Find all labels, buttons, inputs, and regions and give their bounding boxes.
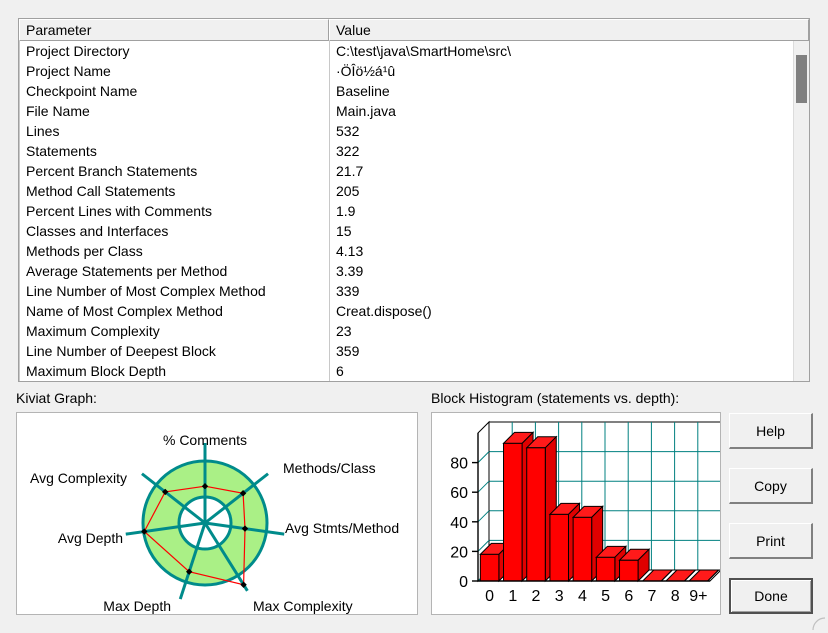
table-cell-parameter: Maximum Block Depth	[19, 361, 329, 381]
table-row[interactable]: Maximum Complexity 23	[19, 321, 793, 341]
table-cell-parameter: Method Call Statements	[19, 181, 329, 201]
table-cell-parameter: Project Directory	[19, 41, 329, 61]
table-cell-parameter: Percent Branch Statements	[19, 161, 329, 181]
table-cell-value: C:\test\java\SmartHome\src\	[329, 41, 793, 61]
table-cell-parameter: Lines	[19, 121, 329, 141]
table-row[interactable]: Average Statements per Method 3.39	[19, 261, 793, 281]
table-cell-parameter: Methods per Class	[19, 241, 329, 261]
table-cell-value: 4.13	[329, 241, 793, 261]
table-cell-value: 15	[329, 221, 793, 241]
table-cell-parameter: Checkpoint Name	[19, 81, 329, 101]
parameter-table-panel: Parameter Value Project Directory C:\test…	[18, 18, 810, 382]
kiviat-graph-panel: % Comments Methods/Class Avg Stmts/Method M…	[16, 412, 418, 615]
kiviat-axis-label: Max Depth	[103, 598, 171, 614]
table-vertical-scrollbar[interactable]	[793, 41, 809, 381]
table-cell-parameter: Project Name	[19, 61, 329, 81]
column-header-parameter[interactable]: Parameter	[19, 19, 329, 41]
table-row[interactable]: Name of Most Complex Method Creat.dispose…	[19, 301, 793, 321]
column-header-value[interactable]: Value	[329, 19, 809, 41]
block-histogram-label: Block Histogram (statements vs. depth):	[431, 390, 680, 406]
table-row[interactable]: Project Name ·ÖÎö½á¹û	[19, 61, 793, 81]
table-cell-parameter: File Name	[19, 101, 329, 121]
table-cell-value: 21.7	[329, 161, 793, 181]
table-cell-parameter: Average Statements per Method	[19, 261, 329, 281]
table-row[interactable]: Percent Lines with Comments 1.9	[19, 201, 793, 221]
table-cell-value: 339	[329, 281, 793, 301]
table-row[interactable]: Checkpoint Name Baseline	[19, 81, 793, 101]
table-cell-value: Baseline	[329, 81, 793, 101]
table-row[interactable]: File Name Main.java	[19, 101, 793, 121]
done-button[interactable]: Done	[729, 578, 813, 614]
chart-y-tick-label: 60	[450, 485, 468, 502]
table-row[interactable]: Method Call Statements 205	[19, 181, 793, 201]
table-row[interactable]: Line Number of Deepest Block 359	[19, 341, 793, 361]
chart-x-tick-label: 9+	[689, 588, 707, 605]
chart-y-tick-label: 20	[450, 544, 468, 561]
chart-y-tick-label: 80	[450, 456, 468, 473]
window-resize-grip[interactable]	[810, 615, 826, 631]
table-row[interactable]: Percent Branch Statements 21.7	[19, 161, 793, 181]
kiviat-axis-label: Max Complexity	[253, 598, 353, 614]
scrollbar-thumb[interactable]	[796, 55, 807, 103]
table-body[interactable]: Project Directory C:\test\java\SmartHome\…	[19, 41, 793, 381]
table-row[interactable]: Classes and Interfaces 15	[19, 221, 793, 241]
table-cell-parameter: Line Number of Most Complex Method	[19, 281, 329, 301]
block-histogram-svg: 0204060800 1 2 3 4 5 6 7 8 9+	[450, 420, 723, 605]
table-cell-value: 1.9	[329, 201, 793, 221]
table-cell-parameter: Percent Lines with Comments	[19, 201, 329, 221]
table-cell-parameter: Line Number of Deepest Block	[19, 341, 329, 361]
table-cell-value: 23	[329, 321, 793, 341]
chart-y-tick-label: 40	[450, 515, 468, 532]
kiviat-graph-svg: % Comments Methods/Class Avg Stmts/Method M…	[30, 432, 399, 614]
table-row[interactable]: Project Directory C:\test\java\SmartHome\…	[19, 41, 793, 61]
chart-x-tick-label: 5	[601, 588, 610, 605]
chart-x-tick-label: 8	[671, 588, 680, 605]
chart-x-tick-label: 4	[578, 588, 587, 605]
copy-button[interactable]: Copy	[729, 468, 813, 504]
chart-x-tick-label: 0	[485, 588, 494, 605]
table-cell-value: 322	[329, 141, 793, 161]
table-cell-value: 6	[329, 361, 793, 381]
kiviat-axis-label: Avg Stmts/Method	[285, 520, 399, 536]
table-row[interactable]: Line Number of Most Complex Method 339	[19, 281, 793, 301]
table-cell-value: 359	[329, 341, 793, 361]
block-histogram-panel: 0 20 40 60 80 0 1 2 3 4 5 6 7 8 9+	[431, 412, 723, 615]
table-header-row: Parameter Value	[19, 19, 809, 41]
kiviat-graph-label: Kiviat Graph:	[16, 390, 97, 406]
table-cell-value: 3.39	[329, 261, 793, 281]
table-cell-value: Main.java	[329, 101, 793, 121]
table-row[interactable]: Maximum Block Depth 6	[19, 361, 793, 381]
table-cell-parameter: Name of Most Complex Method	[19, 301, 329, 321]
chart-x-tick-label: 6	[624, 588, 633, 605]
chart-x-tick-label: 7	[648, 588, 657, 605]
table-cell-value: Creat.dispose()	[329, 301, 793, 321]
table-cell-value: ·ÖÎö½á¹û	[329, 61, 793, 81]
chart-x-tick-label: 2	[532, 588, 541, 605]
table-row[interactable]: Statements 322	[19, 141, 793, 161]
kiviat-axis-label: Avg Depth	[58, 530, 123, 546]
table-cell-parameter: Classes and Interfaces	[19, 221, 329, 241]
table-cell-parameter: Maximum Complexity	[19, 321, 329, 341]
table-row[interactable]: Methods per Class 4.13	[19, 241, 793, 261]
table-cell-parameter: Statements	[19, 141, 329, 161]
print-button[interactable]: Print	[729, 523, 813, 559]
chart-x-tick-label: 3	[555, 588, 564, 605]
kiviat-axis-label: Methods/Class	[283, 460, 376, 476]
table-cell-value: 205	[329, 181, 793, 201]
kiviat-axis-label: % Comments	[163, 432, 247, 448]
table-row[interactable]: Lines 532	[19, 121, 793, 141]
help-button[interactable]: Help	[729, 413, 813, 449]
chart-x-tick-label: 1	[508, 588, 517, 605]
table-cell-value: 532	[329, 121, 793, 141]
kiviat-axis-label: Avg Complexity	[30, 470, 127, 486]
chart-y-tick-label: 0	[459, 574, 468, 591]
